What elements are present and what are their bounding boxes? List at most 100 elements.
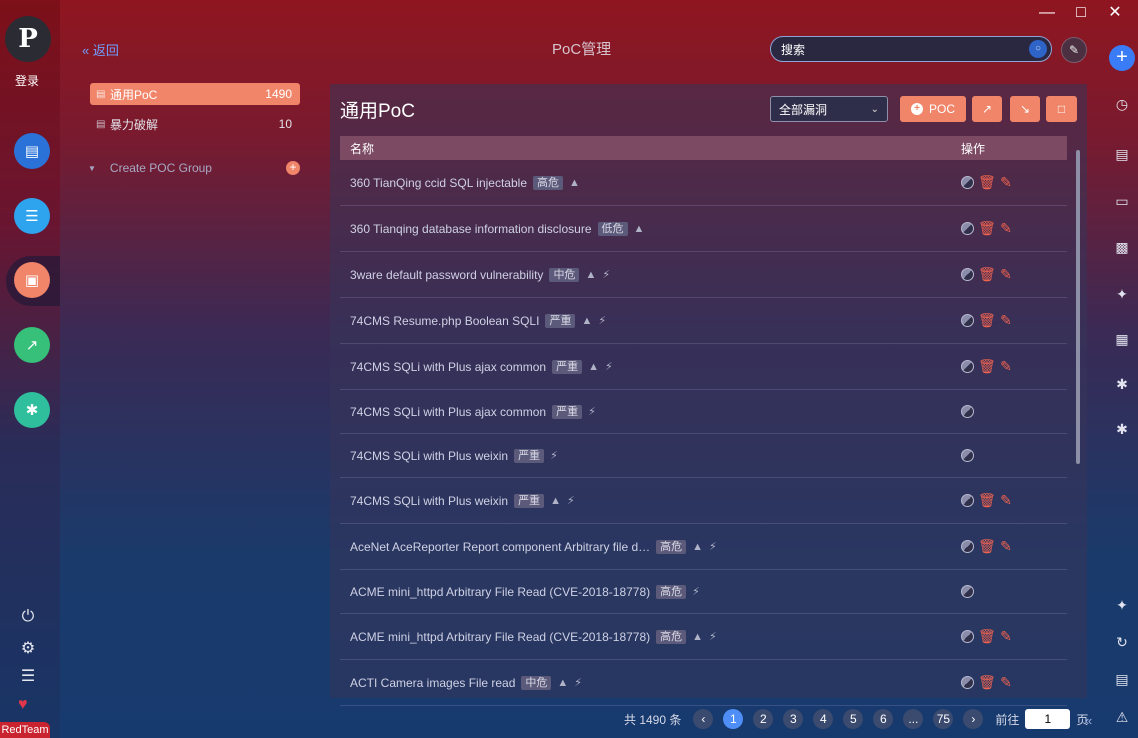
next-page-button[interactable]: › [963, 709, 984, 729]
import-icon[interactable]: ↘ [1010, 96, 1040, 122]
delete-icon[interactable]: 🗑 [978, 628, 996, 645]
list-icon[interactable]: ☰ [14, 198, 50, 234]
group-item-generic-poc[interactable]: ▤ 通用PoC 1490 [90, 83, 300, 105]
poc-name[interactable]: 74CMS SQLi with Plus ajax common [350, 360, 546, 374]
table-row[interactable]: 360 Tianqing database information disclo… [340, 206, 1067, 252]
run-icon[interactable] [961, 494, 974, 507]
poc-name[interactable]: AceNet AceReporter Report component Arbi… [350, 540, 650, 554]
delete-icon[interactable]: 🗑 [978, 174, 996, 191]
back-button[interactable]: « 返回 [82, 40, 119, 59]
table-row[interactable]: 74CMS Resume.php Boolean SQLI 严重 ▲ ⚡ 🗑 ✎ [340, 298, 1067, 344]
poc-name[interactable]: 74CMS SQLi with Plus weixin [350, 449, 508, 463]
page-button[interactable]: 75 [933, 709, 954, 729]
bug-icon[interactable]: ✦ [1112, 286, 1132, 303]
gear-icon[interactable]: ⚙ [17, 638, 39, 658]
page-button[interactable]: 4 [813, 709, 834, 729]
chart-icon[interactable]: ↗ [14, 327, 50, 363]
maximize-icon[interactable]: □ [1064, 4, 1098, 24]
severity-filter-select[interactable]: 全部漏洞 ⌄ [770, 96, 888, 122]
table-row[interactable]: 74CMS SQLi with Plus ajax common 严重 ▲ ⚡ 🗑 ✎ [340, 344, 1067, 390]
table-row[interactable]: ACME mini_httpd Arbitrary File Read (CVE… [340, 614, 1067, 660]
page-button[interactable]: 1 [723, 709, 744, 729]
edit-icon[interactable]: ✎ [998, 174, 1014, 191]
run-icon[interactable] [961, 268, 974, 281]
poc-name[interactable]: 360 Tianqing database information disclo… [350, 222, 592, 236]
run-icon[interactable] [961, 676, 974, 689]
warning-icon[interactable]: ⚠ [1112, 709, 1132, 726]
calculator-icon[interactable]: ▤ [1112, 671, 1132, 688]
run-icon[interactable] [961, 630, 974, 643]
app-logo[interactable]: P [5, 16, 51, 62]
plugin-icon[interactable]: ✱ [14, 392, 50, 428]
puzzle-settings-icon[interactable]: ✱ [1112, 421, 1132, 438]
scrollbar[interactable] [1076, 150, 1080, 464]
ip-icon[interactable]: ▩ [1112, 239, 1132, 256]
edit-icon[interactable]: ✎ [998, 358, 1014, 375]
edit-icon[interactable]: ✎ [998, 628, 1014, 645]
table-row[interactable]: 74CMS SQLi with Plus weixin 严重 ▲ ⚡ 🗑 ✎ [340, 478, 1067, 524]
run-icon[interactable] [961, 176, 974, 189]
menu-icon[interactable]: ☰ [17, 666, 39, 686]
delete-icon[interactable]: 🗑 [978, 312, 996, 329]
history-icon[interactable]: ◷ [1112, 96, 1132, 113]
table-row[interactable]: ACTI Camera images File read 中危 ▲ ⚡ 🗑 ✎ [340, 660, 1067, 706]
run-icon[interactable] [961, 449, 974, 462]
run-icon[interactable] [961, 540, 974, 553]
edit-icon[interactable]: ✎ [998, 312, 1014, 329]
delete-icon[interactable]: 🗑 [978, 674, 996, 691]
edit-icon[interactable]: ✎ [998, 674, 1014, 691]
search-input[interactable]: 搜索 ○ [770, 36, 1052, 62]
close-icon[interactable]: ✕ [1098, 4, 1132, 24]
refresh-icon[interactable]: ↻ [1112, 634, 1132, 651]
page-button[interactable]: 5 [843, 709, 864, 729]
edit-icon[interactable]: ✎ [998, 538, 1014, 555]
create-poc-group[interactable]: ▼ Create POC Group + [88, 159, 300, 177]
poc-name[interactable]: 74CMS SQLi with Plus weixin [350, 494, 508, 508]
bug-settings-icon[interactable]: ✦ [1112, 597, 1132, 614]
delete-icon[interactable]: 🗑 [978, 492, 996, 509]
folder-icon[interactable]: □ [1046, 96, 1077, 122]
table-row[interactable]: 74CMS SQLi with Plus weixin 严重 ⚡ [340, 434, 1067, 478]
table-row[interactable]: 3ware default password vulnerability 中危 ▲ ⚡… [340, 252, 1067, 298]
minimize-icon[interactable]: — [1030, 4, 1064, 24]
poc-name[interactable]: 74CMS SQLi with Plus ajax common [350, 405, 546, 419]
poc-icon[interactable]: ▣ [14, 262, 50, 298]
browser-icon[interactable]: ▤ [14, 133, 50, 169]
login-link[interactable]: 登录 [0, 72, 54, 89]
edit-icon[interactable]: ✎ [998, 266, 1014, 283]
run-icon[interactable] [961, 585, 974, 598]
delete-icon[interactable]: 🗑 [978, 538, 996, 555]
edit-icon[interactable]: ✎ [1061, 37, 1087, 63]
search-icon[interactable]: ○ [1029, 40, 1047, 58]
prev-page-button[interactable]: ‹ [693, 709, 714, 729]
goto-page-input[interactable]: 1 [1025, 709, 1071, 729]
run-icon[interactable] [961, 222, 974, 235]
run-icon[interactable] [961, 405, 974, 418]
page-button[interactable]: 3 [783, 709, 804, 729]
run-icon[interactable] [961, 314, 974, 327]
poc-name[interactable]: 3ware default password vulnerability [350, 268, 543, 282]
poc-name[interactable]: 360 TianQing ccid SQL injectable [350, 176, 527, 190]
page-button[interactable]: ... [903, 709, 924, 729]
poc-name[interactable]: ACME mini_httpd Arbitrary File Read (CVE… [350, 630, 650, 644]
monitor-icon[interactable]: ▭ [1112, 193, 1132, 210]
delete-icon[interactable]: 🗑 [978, 358, 996, 375]
poc-name[interactable]: ACTI Camera images File read [350, 676, 515, 690]
group-item-brute-force[interactable]: ▤ 暴力破解 10 [90, 113, 300, 135]
add-icon[interactable]: + [1109, 45, 1135, 71]
power-icon[interactable]: ⏻ [17, 608, 39, 626]
table-row[interactable]: 74CMS SQLi with Plus ajax common 严重 ⚡ [340, 390, 1067, 434]
table-row[interactable]: ACME mini_httpd Arbitrary File Read (CVE… [340, 570, 1067, 614]
page-button[interactable]: 6 [873, 709, 894, 729]
collapse-icon[interactable]: « [1085, 713, 1105, 735]
page-button[interactable]: 2 [753, 709, 774, 729]
delete-icon[interactable]: 🗑 [978, 220, 996, 237]
poc-name[interactable]: ACME mini_httpd Arbitrary File Read (CVE… [350, 585, 650, 599]
delete-icon[interactable]: 🗑 [978, 266, 996, 283]
table-row[interactable]: AceNet AceReporter Report component Arbi… [340, 524, 1067, 570]
poc-name[interactable]: 74CMS Resume.php Boolean SQLI [350, 314, 539, 328]
add-group-icon[interactable]: + [286, 161, 300, 175]
bar-chart-icon[interactable]: ▦ [1112, 331, 1132, 348]
run-icon[interactable] [961, 360, 974, 373]
add-poc-button[interactable]: + POC [900, 96, 966, 122]
